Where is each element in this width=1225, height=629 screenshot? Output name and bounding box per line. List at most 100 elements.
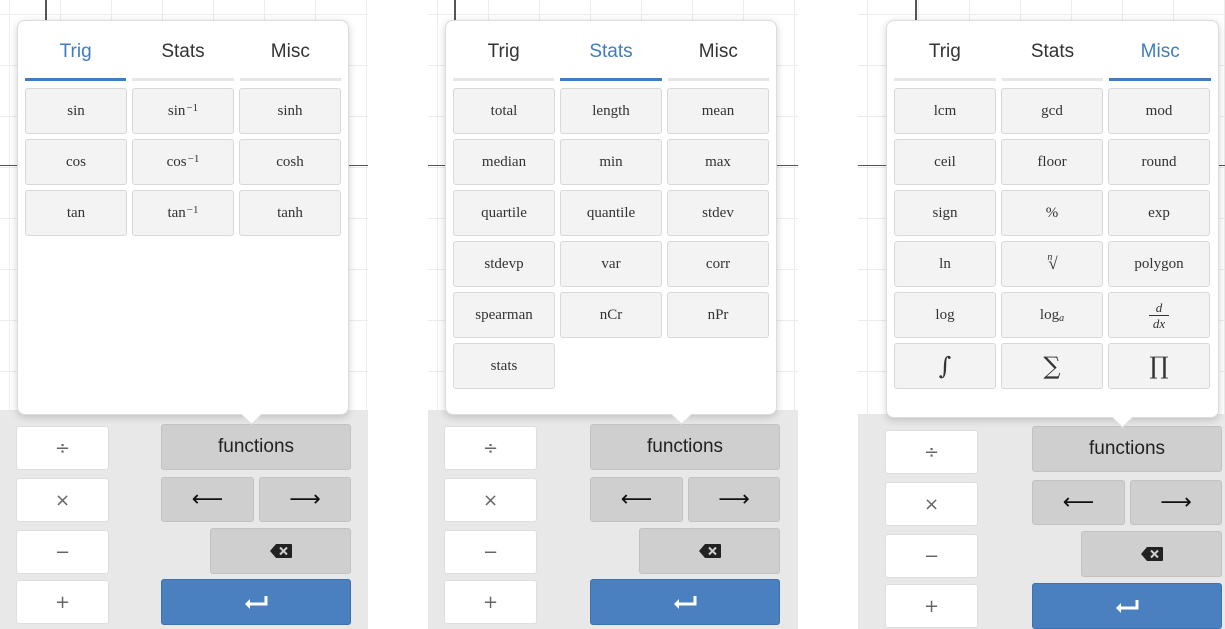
keypad: ÷ × − + functions ⟵ ⟶ (0, 410, 368, 629)
right-arrow-button[interactable]: ⟶ (1130, 480, 1222, 525)
mod-key[interactable]: mod (1108, 88, 1210, 134)
function-tabs: Trig Stats Misc (25, 37, 341, 81)
stdev-key[interactable]: stdev (667, 190, 769, 236)
root-index: n (1047, 251, 1053, 263)
left-arrow-button[interactable]: ⟵ (590, 477, 683, 522)
spearman-key[interactable]: spearman (453, 292, 555, 338)
floor-key[interactable]: floor (1001, 139, 1103, 185)
minus-key[interactable]: − (16, 530, 109, 574)
mean-key[interactable]: mean (667, 88, 769, 134)
calculator-panel: ÷ × − + functions ⟵ ⟶ Trig Stats Misc si… (0, 0, 368, 629)
tab-misc[interactable]: Misc (239, 37, 341, 81)
total-key[interactable]: total (453, 88, 555, 134)
key-label: cos (66, 153, 86, 170)
key-superscript: −1 (186, 102, 199, 114)
left-arrow-icon: ⟵ (191, 487, 224, 512)
stdevp-key[interactable]: stdevp (453, 241, 555, 287)
key-label: sinh (277, 102, 303, 119)
exp-key[interactable]: exp (1108, 190, 1210, 236)
tanh-key[interactable]: tanh (239, 190, 341, 236)
right-arrow-button[interactable]: ⟶ (688, 477, 780, 522)
sum-key[interactable]: ∑ (1001, 343, 1103, 389)
integral-key[interactable]: ∫ (894, 343, 996, 389)
key-superscript: −1 (186, 204, 199, 216)
tab-stats[interactable]: Stats (132, 37, 234, 81)
ln-key[interactable]: ln (894, 241, 996, 287)
ceil-key[interactable]: ceil (894, 139, 996, 185)
ncr-key[interactable]: nCr (560, 292, 662, 338)
round-key[interactable]: round (1108, 139, 1210, 185)
multiply-key[interactable]: × (885, 482, 978, 526)
functions-button[interactable]: functions (161, 424, 351, 470)
divide-key[interactable]: ÷ (444, 426, 537, 470)
stats-key[interactable]: stats (453, 343, 555, 389)
tab-misc[interactable]: Misc (1109, 37, 1212, 81)
tab-stats[interactable]: Stats (560, 37, 662, 81)
left-arrow-button[interactable]: ⟵ (161, 477, 254, 522)
arctan-key[interactable]: tan −1 (132, 190, 234, 236)
divide-key[interactable]: ÷ (885, 430, 978, 474)
polygon-key[interactable]: polygon (1108, 241, 1210, 287)
backspace-button[interactable] (210, 528, 351, 574)
lcm-key[interactable]: lcm (894, 88, 996, 134)
multiply-key[interactable]: × (444, 478, 537, 522)
minus-key[interactable]: − (444, 530, 537, 574)
key-label: sin (67, 102, 85, 119)
multiply-key[interactable]: × (16, 478, 109, 522)
arccos-key[interactable]: cos −1 (132, 139, 234, 185)
tab-stats[interactable]: Stats (1001, 37, 1104, 81)
enter-button[interactable] (1032, 583, 1222, 629)
tab-misc[interactable]: Misc (667, 37, 769, 81)
product-key[interactable]: ∏ (1108, 343, 1210, 389)
sign-key[interactable]: sign (894, 190, 996, 236)
log-base-a-key[interactable]: log a (1001, 292, 1103, 338)
derivative-key[interactable]: d dx (1108, 292, 1210, 338)
tan-key[interactable]: tan (25, 190, 127, 236)
gcd-key[interactable]: gcd (1001, 88, 1103, 134)
nth-root-key[interactable]: n √ (1001, 241, 1103, 287)
corr-key[interactable]: corr (667, 241, 769, 287)
min-key[interactable]: min (560, 139, 662, 185)
sum-icon: ∑ (1043, 352, 1061, 380)
tab-trig[interactable]: Trig (25, 37, 127, 81)
right-arrow-button[interactable]: ⟶ (259, 477, 351, 522)
functions-button[interactable]: functions (590, 424, 780, 470)
keypad: ÷ × − + functions ⟵ ⟶ (428, 410, 798, 629)
percent-key[interactable]: % (1001, 190, 1103, 236)
tab-trig[interactable]: Trig (894, 37, 996, 81)
sin-key[interactable]: sin (25, 88, 127, 134)
npr-key[interactable]: nPr (667, 292, 769, 338)
plus-key[interactable]: + (444, 580, 537, 624)
left-arrow-icon: ⟵ (620, 487, 653, 512)
minus-key[interactable]: − (885, 534, 978, 578)
tab-trig[interactable]: Trig (453, 37, 555, 81)
length-key[interactable]: length (560, 88, 662, 134)
max-key[interactable]: max (667, 139, 769, 185)
functions-button[interactable]: functions (1032, 426, 1222, 472)
divide-key[interactable]: ÷ (16, 426, 109, 470)
quartile-key[interactable]: quartile (453, 190, 555, 236)
enter-icon (245, 596, 268, 609)
plus-key[interactable]: + (885, 584, 978, 628)
left-arrow-button[interactable]: ⟵ (1032, 480, 1125, 525)
quantile-key[interactable]: quantile (560, 190, 662, 236)
enter-button[interactable] (161, 579, 351, 625)
key-label: sin (167, 102, 186, 119)
log-key[interactable]: log (894, 292, 996, 338)
function-keys: lcm gcd mod ceil floor round sign % exp … (894, 88, 1210, 389)
key-subscript: a (1059, 312, 1065, 324)
cos-key[interactable]: cos (25, 139, 127, 185)
key-label: tanh (277, 204, 303, 221)
keypad: ÷ × − + functions ⟵ ⟶ (858, 414, 1225, 629)
sinh-key[interactable]: sinh (239, 88, 341, 134)
plus-key[interactable]: + (16, 580, 109, 624)
var-key[interactable]: var (560, 241, 662, 287)
cosh-key[interactable]: cosh (239, 139, 341, 185)
enter-button[interactable] (590, 579, 780, 625)
backspace-button[interactable] (1081, 531, 1222, 577)
arcsin-key[interactable]: sin −1 (132, 88, 234, 134)
right-arrow-icon: ⟶ (718, 487, 750, 512)
backspace-button[interactable] (639, 528, 780, 574)
function-keys: sin sin −1 sinh cos cos −1 cosh tan tan −1 … (25, 88, 341, 236)
median-key[interactable]: median (453, 139, 555, 185)
